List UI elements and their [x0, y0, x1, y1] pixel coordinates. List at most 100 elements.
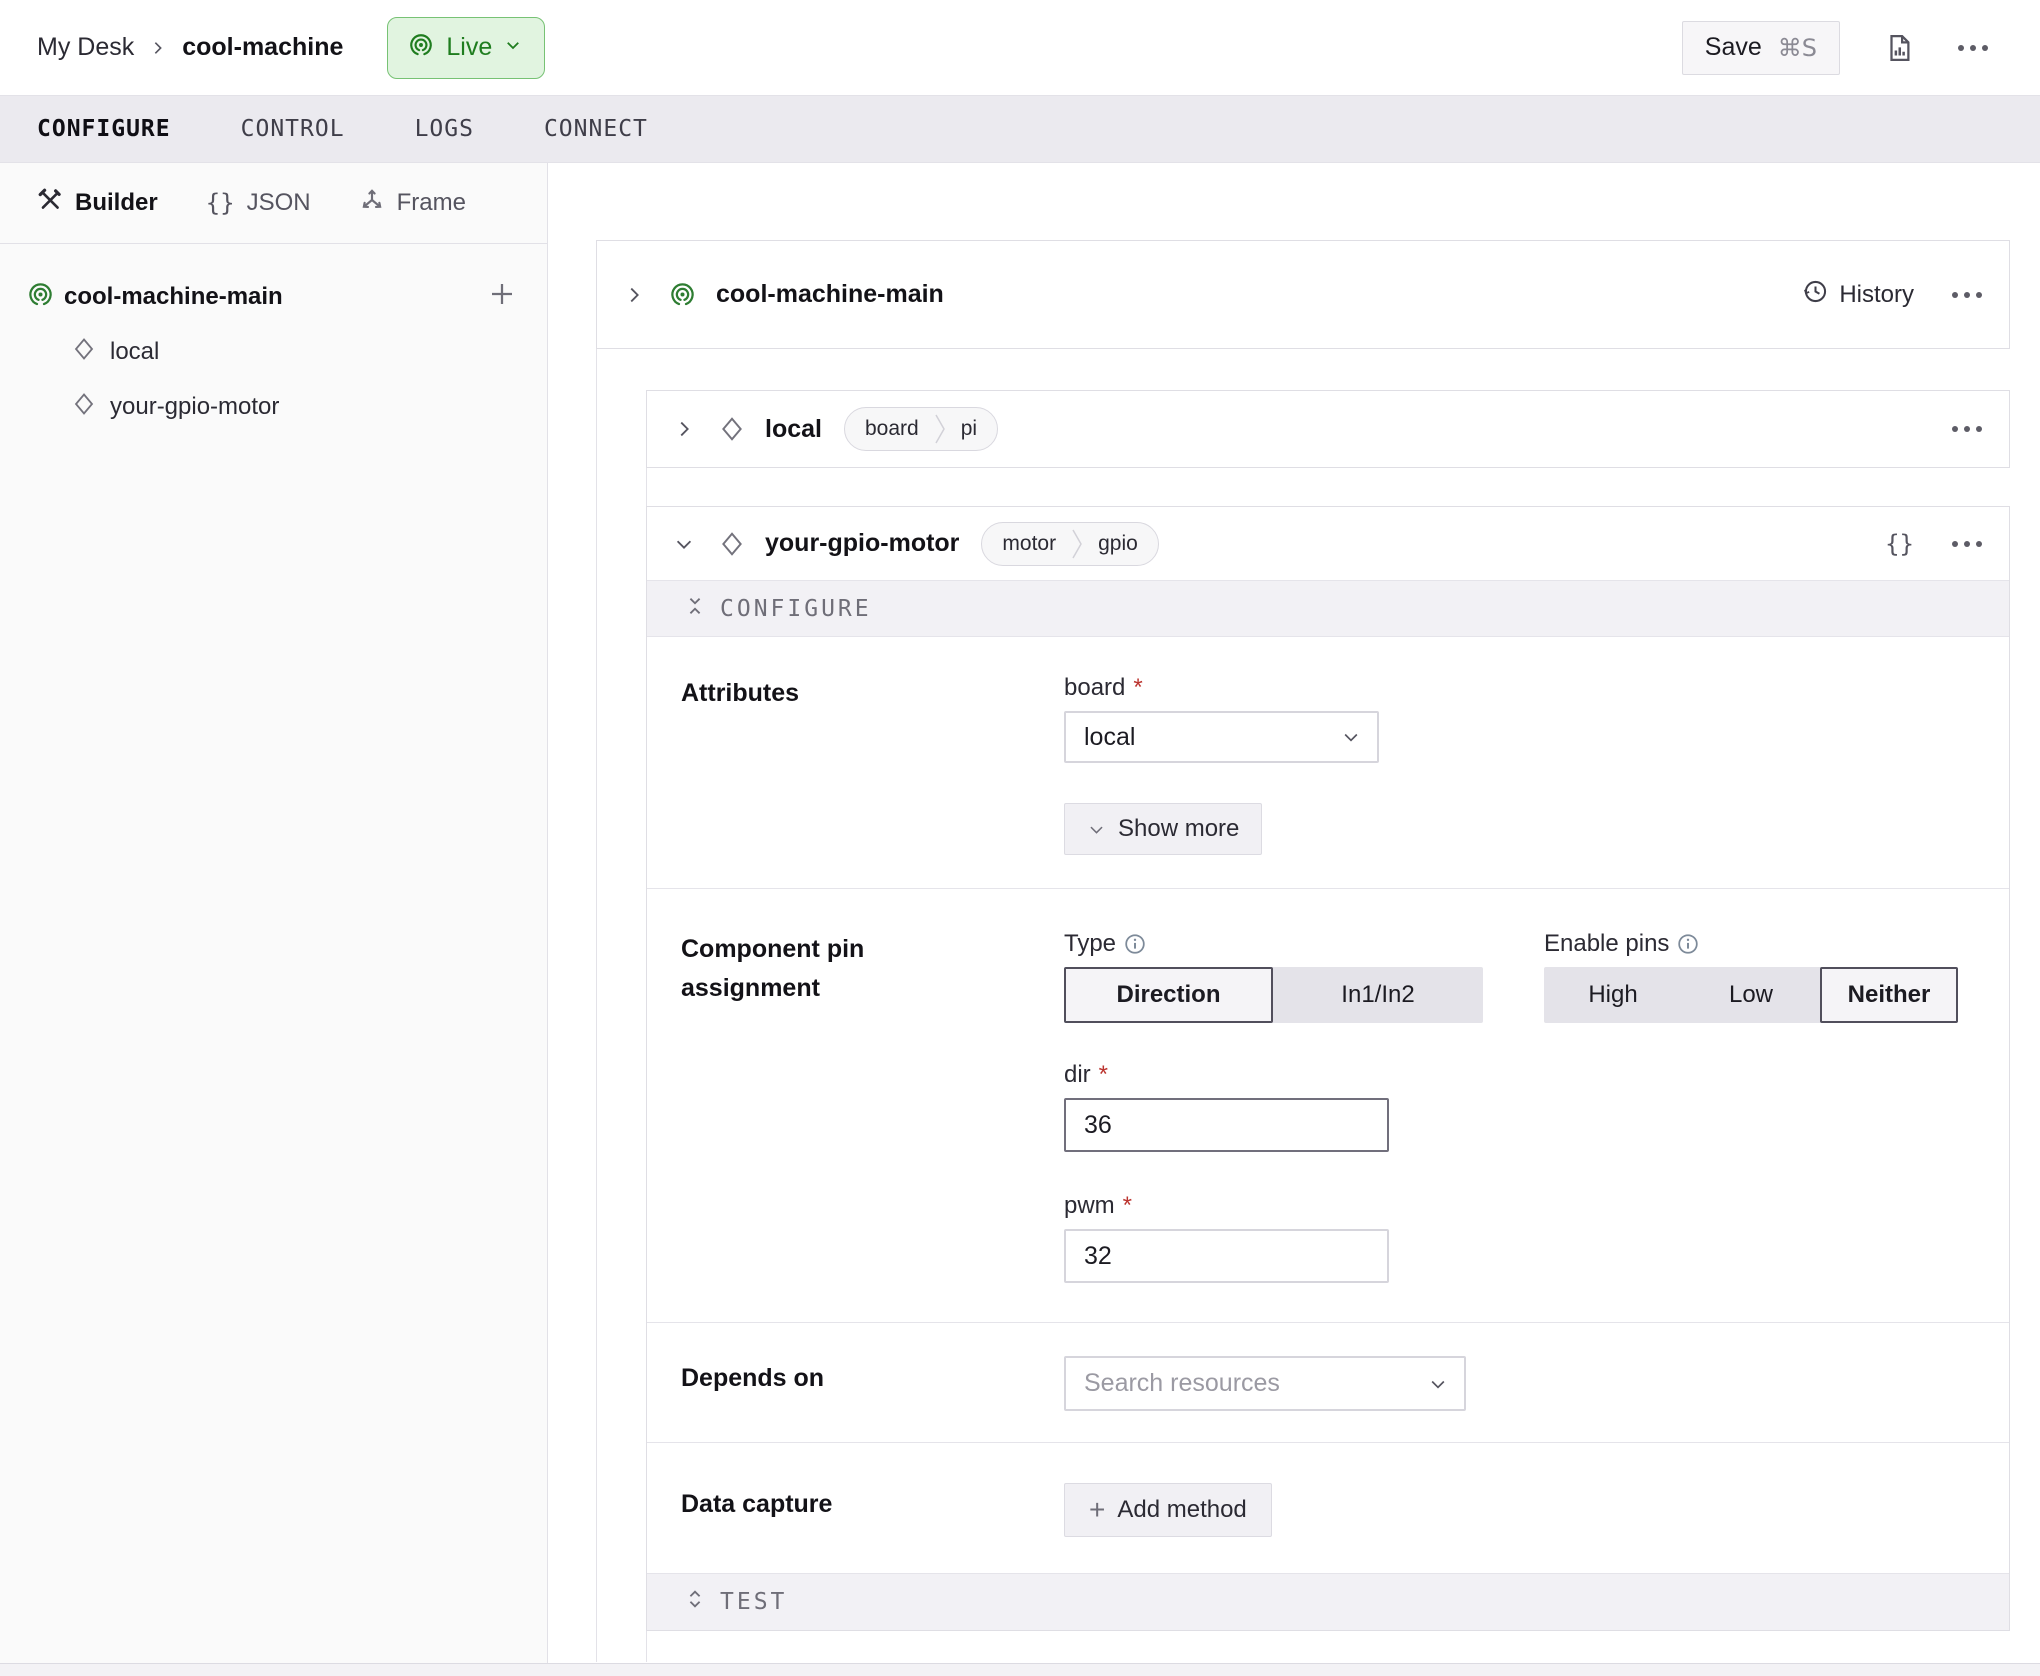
type-option-direction[interactable]: Direction: [1064, 967, 1273, 1023]
braces-icon: {}: [206, 189, 235, 217]
tag-model: pi: [945, 417, 993, 441]
dir-input[interactable]: [1064, 1098, 1389, 1152]
show-more-button[interactable]: Show more: [1064, 803, 1262, 855]
save-button[interactable]: Save ⌘S: [1682, 21, 1840, 75]
expand-chevron-right-icon[interactable]: [623, 284, 645, 306]
resource-type-tag: board pi: [844, 407, 998, 451]
pin-assignment-section: Component pin assignment Type: [647, 888, 2009, 1322]
mode-builder-label: Builder: [75, 189, 158, 217]
type-field: Type Direction In1/In2: [1064, 930, 1483, 1023]
collapse-chevron-down-icon[interactable]: [673, 533, 695, 555]
depends-on-select[interactable]: Search resources: [1064, 1356, 1466, 1411]
stats-document-icon[interactable]: [1884, 33, 1914, 63]
save-label: Save: [1705, 33, 1762, 62]
enable-option-low[interactable]: Low: [1682, 967, 1820, 1023]
plus-icon: +: [1089, 1496, 1105, 1524]
test-section-label: TEST: [720, 1589, 787, 1615]
machine-part-card: cool-machine-main History: [596, 240, 2010, 349]
pin-assignment-section-label: Component pin assignment: [681, 930, 1064, 1283]
breadcrumb-parent-link[interactable]: My Desk: [37, 33, 134, 62]
tree-item-label: cool-machine-main: [64, 283, 283, 311]
type-option-in1in2[interactable]: In1/In2: [1273, 967, 1483, 1023]
status-label: Live: [446, 33, 492, 62]
local-card-menu[interactable]: [1952, 426, 1982, 432]
motor-card-title: your-gpio-motor: [765, 529, 959, 558]
board-select[interactable]: local: [1064, 711, 1379, 763]
chevron-down-icon: [1087, 820, 1106, 839]
tab-connect[interactable]: CONNECT: [544, 116, 648, 142]
tree-item-machine-part[interactable]: cool-machine-main: [0, 269, 547, 324]
broadcast-icon: [669, 281, 696, 308]
tab-logs[interactable]: LOGS: [415, 116, 474, 142]
config-main-panel: cool-machine-main History: [548, 163, 2040, 1676]
mode-json-label: JSON: [247, 189, 311, 217]
broadcast-icon: [27, 281, 54, 313]
history-button[interactable]: History: [1802, 278, 1914, 312]
tree-indent-line: [596, 349, 597, 1662]
top-bar-actions: Save ⌘S: [1682, 21, 1988, 75]
save-shortcut: ⌘S: [1778, 34, 1817, 62]
bottom-panel-edge: [0, 1663, 2040, 1676]
collapse-section-icon: [684, 595, 706, 623]
mode-builder[interactable]: Builder: [37, 187, 158, 220]
tree-item-local[interactable]: local: [0, 324, 547, 379]
tools-icon: [37, 187, 63, 220]
motor-card-menu[interactable]: [1952, 541, 1982, 547]
tag-divider: [1072, 528, 1082, 560]
add-method-button[interactable]: + Add method: [1064, 1483, 1272, 1537]
tab-control[interactable]: CONTROL: [241, 116, 345, 142]
pwm-field: pwm *: [1064, 1192, 2009, 1283]
diamond-icon: [72, 392, 96, 421]
enable-option-neither[interactable]: Neither: [1820, 967, 1958, 1023]
motor-card: your-gpio-motor motor gpio {}: [646, 506, 2010, 1631]
required-marker: *: [1133, 674, 1142, 702]
board-select-value: local: [1084, 723, 1341, 752]
chevron-right-icon: [150, 40, 166, 56]
mode-frame[interactable]: Frame: [359, 187, 466, 220]
tag-divider: [935, 413, 945, 445]
add-resource-button[interactable]: [487, 279, 517, 314]
info-icon[interactable]: [1124, 933, 1146, 955]
type-toggle-group: Direction In1/In2: [1064, 967, 1483, 1023]
chevron-down-icon: [1341, 727, 1361, 747]
machine-status-badge[interactable]: Live: [387, 17, 545, 79]
tab-configure[interactable]: CONFIGURE: [37, 116, 171, 142]
tag-type: board: [849, 417, 935, 441]
dir-field-label: dir *: [1064, 1061, 2009, 1089]
attributes-section: Attributes board * local Show more: [647, 637, 2009, 888]
more-options-menu[interactable]: [1958, 45, 1988, 51]
chevron-down-icon: [504, 36, 522, 59]
enable-pins-field: Enable pins High Low Neither: [1544, 930, 1958, 1023]
view-mode-switcher: Builder {} JSON Frame: [0, 163, 547, 244]
machine-part-title: cool-machine-main: [716, 280, 944, 309]
expand-chevron-right-icon[interactable]: [673, 418, 695, 440]
configure-section-bar[interactable]: CONFIGURE: [647, 580, 2009, 637]
required-marker: *: [1123, 1192, 1132, 1220]
diamond-icon: [719, 416, 745, 442]
depends-on-section-label: Depends on: [681, 1359, 1064, 1411]
machine-part-menu[interactable]: [1952, 292, 1982, 298]
viam-config-page: My Desk cool-machine Live Save ⌘S: [0, 0, 2040, 1676]
info-icon[interactable]: [1677, 933, 1699, 955]
dir-field: dir *: [1064, 1061, 2009, 1152]
depends-on-section: Depends on Search resources: [647, 1322, 2009, 1442]
board-field-label: board *: [1064, 674, 2009, 702]
data-capture-section: Data capture + Add method: [647, 1442, 2009, 1573]
add-method-label: Add method: [1117, 1496, 1246, 1524]
resource-tree: cool-machine-main local your-gpio-motor: [0, 244, 547, 434]
enable-pins-field-label: Enable pins: [1544, 930, 1958, 958]
tree-item-your-gpio-motor[interactable]: your-gpio-motor: [0, 379, 547, 434]
tree-item-label: your-gpio-motor: [110, 393, 279, 421]
config-sidebar: Builder {} JSON Frame: [0, 163, 548, 1676]
pwm-input[interactable]: [1064, 1229, 1389, 1283]
depends-on-placeholder: Search resources: [1084, 1369, 1428, 1398]
pwm-field-label: pwm *: [1064, 1192, 2009, 1220]
mode-json[interactable]: {} JSON: [206, 189, 311, 217]
chevron-down-icon: [1428, 1374, 1448, 1394]
data-capture-section-label: Data capture: [681, 1485, 1064, 1537]
enable-option-high[interactable]: High: [1544, 967, 1682, 1023]
test-section-bar[interactable]: TEST: [647, 1573, 2009, 1630]
type-field-label: Type: [1064, 930, 1483, 958]
code-braces-icon[interactable]: {}: [1885, 530, 1914, 558]
required-marker: *: [1099, 1061, 1108, 1089]
